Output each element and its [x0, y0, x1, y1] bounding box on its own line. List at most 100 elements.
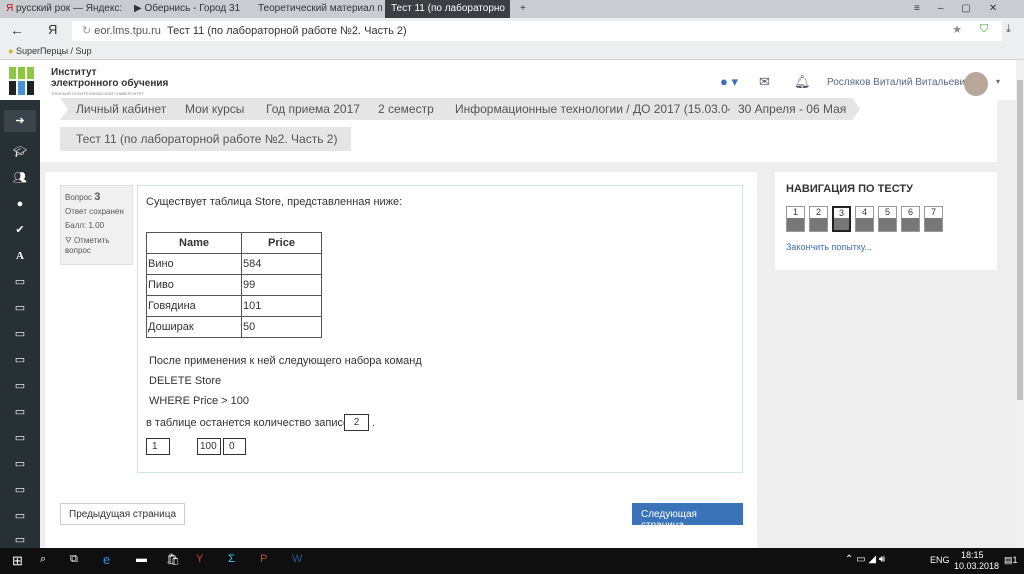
finish-attempt-link[interactable]: Закончить попытку... — [786, 242, 872, 252]
url-input[interactable]: ↻ eor.lms.tpu.ru Тест 11 (по лабораторно… — [72, 21, 1002, 41]
nav-page-button[interactable]: 2 — [809, 206, 828, 232]
cell: 50 — [241, 316, 322, 338]
task-view-icon[interactable]: ⧉ — [70, 553, 78, 566]
shield-icon[interactable]: ⛉ — [980, 23, 988, 36]
yandex-browser-icon[interactable]: Y — [196, 553, 203, 565]
tab[interactable]: Я русский рок — Яндекс: на — [0, 0, 125, 18]
tab[interactable]: Теоретический материал п — [252, 0, 382, 18]
avatar[interactable] — [964, 72, 988, 96]
folder-icon[interactable]: ▭ — [12, 326, 28, 342]
breadcrumb-item[interactable]: 30 Апреля - 06 Мая — [722, 98, 860, 120]
folder-icon[interactable]: ▭ — [12, 532, 28, 548]
bell-icon[interactable]: 🔔︎ — [794, 74, 811, 90]
table-row: Пиво 99 — [146, 274, 322, 296]
answer-drop-box[interactable]: 2 — [344, 414, 369, 431]
flag-icon: ⛛ — [65, 236, 74, 245]
clock-date[interactable]: 10.03.2018 — [954, 561, 999, 571]
folder-icon[interactable]: ▭ — [12, 300, 28, 316]
check-circle-icon[interactable]: ✔ — [12, 222, 28, 238]
back-icon[interactable]: ← — [10, 22, 24, 38]
clock-time[interactable]: 18:15 — [961, 550, 984, 560]
explorer-icon[interactable]: ▬ — [136, 553, 147, 565]
download-icon[interactable]: ⤓ — [1006, 23, 1011, 36]
graduation-cap-icon[interactable]: 🎓︎ — [12, 144, 28, 160]
cell: Доширак — [146, 316, 242, 338]
tab-label: Обернись - Город 31 — [144, 3, 241, 14]
breadcrumb-item[interactable]: Год приема 2017 — [250, 98, 374, 120]
folder-icon[interactable]: ▭ — [12, 404, 28, 420]
nav-page-button-current[interactable]: 3 — [832, 206, 851, 232]
cell: Пиво — [146, 274, 242, 296]
windows-start-icon[interactable]: ⊞ — [12, 553, 23, 569]
nav-page-button[interactable]: 6 — [901, 206, 920, 232]
word-icon[interactable]: W — [292, 553, 302, 565]
logo-line: Институт — [51, 67, 97, 78]
yandex-icon[interactable]: Я — [48, 22, 57, 37]
arrow-right-icon[interactable]: ➔ — [12, 113, 28, 129]
folder-icon[interactable]: ▭ — [12, 352, 28, 368]
user-name[interactable]: Росляков Виталий Витальевич — [827, 77, 970, 88]
globe-icon[interactable]: ● ▾ — [720, 74, 738, 90]
search-icon[interactable]: ⌕ — [40, 553, 46, 566]
question-text: в таблице останется количество записей — [146, 417, 356, 429]
tab-active[interactable]: Тест 11 (по лабораторно — [385, 0, 510, 18]
breadcrumb-item[interactable]: Информационные технологии / ДО 2017 (15.… — [439, 98, 752, 120]
reload-icon[interactable]: ↻ — [82, 25, 94, 37]
folder-icon[interactable]: ▭ — [12, 482, 28, 498]
nav-page-button[interactable]: 7 — [924, 206, 943, 232]
new-tab-button[interactable]: + — [514, 0, 532, 18]
powerpoint-icon[interactable]: P — [260, 553, 267, 565]
question-score: Балл: 1.00 — [65, 221, 105, 230]
drag-option[interactable]: 1 — [146, 438, 170, 455]
logo-icon[interactable] — [9, 67, 35, 95]
breadcrumb-item[interactable]: Мои курсы — [169, 98, 258, 120]
browser-tab-bar: Я русский рок — Яндекс: на ▶ Обернись - … — [0, 0, 1024, 18]
edge-icon[interactable]: e — [103, 552, 110, 567]
tab-label: Теоретический материал п — [258, 3, 382, 14]
folder-icon[interactable]: ▭ — [12, 456, 28, 472]
folder-icon[interactable]: ▭ — [12, 378, 28, 394]
site-header: Институт электронного обучения ТОМСКИЙ ПО… — [0, 60, 1016, 100]
nav-page-button[interactable]: 5 — [878, 206, 897, 232]
cell: 101 — [241, 295, 322, 317]
notification-icon[interactable]: ▤1 — [1004, 555, 1018, 566]
next-page-button[interactable]: Следующая страница — [632, 503, 743, 531]
scrollbar[interactable] — [1016, 60, 1024, 548]
store-table: Name Price Вино 584 Пиво 99 Говядина 101 Дош… — [146, 232, 322, 338]
logo-line: электронного обучения — [51, 78, 169, 89]
cell: 584 — [241, 253, 322, 275]
tab[interactable]: ▶ Обернись - Город 31 — [128, 0, 248, 18]
flag-question-button[interactable]: ⛛ Отметить вопрос — [65, 236, 128, 256]
breadcrumb-item[interactable]: 2 семестр — [362, 98, 448, 120]
language-indicator[interactable]: ENG — [930, 555, 950, 565]
sidebar: ➔ 🎓︎ 👥︎ ● ✔ A ▭ ▭ ▭ ▭ ▭ ▭ ▭ ▭ ▭ ▭ ▭ — [0, 100, 40, 548]
folder-icon[interactable]: ▭ — [12, 430, 28, 446]
table-row: Доширак 50 — [146, 316, 322, 338]
folder-icon[interactable]: ▭ — [12, 508, 28, 524]
previous-page-button[interactable]: Предыдущая страница — [60, 503, 186, 525]
drag-option[interactable]: 100 — [197, 438, 221, 455]
nav-page-button[interactable]: 4 — [855, 206, 874, 232]
nav-page-button[interactable]: 1 — [786, 206, 805, 232]
question-status: Ответ сохранен — [65, 207, 124, 216]
users-icon[interactable]: 👥︎ — [12, 170, 28, 186]
table-row: Говядина 101 — [146, 295, 322, 317]
breadcrumb-item[interactable]: Личный кабинет — [60, 98, 180, 120]
column-header: Price — [241, 232, 322, 254]
circle-icon[interactable]: ● — [12, 196, 28, 212]
cell: Вино — [146, 253, 242, 275]
tab-label: русский рок — Яндекс: на — [16, 3, 125, 14]
star-icon[interactable]: ★ — [952, 23, 962, 36]
window-controls[interactable]: ≡–▢✕ — [908, 0, 1021, 18]
store-icon[interactable]: 🛍︎ — [166, 553, 180, 566]
tray-icons[interactable]: ⌃ ▭ ◢ 🔊︎ — [845, 554, 885, 565]
cell: 99 — [241, 274, 322, 296]
bookmark-item[interactable]: SuperПерцы / Sup — [16, 46, 92, 56]
drag-option[interactable]: 0 — [223, 438, 246, 455]
folder-icon[interactable]: ▭ — [12, 274, 28, 290]
mail-icon[interactable]: ✉ — [759, 74, 770, 90]
font-icon[interactable]: A — [12, 248, 28, 264]
notification-count: 1 — [1012, 555, 1018, 565]
chevron-down-icon[interactable]: ▾ — [996, 77, 1000, 86]
app-icon[interactable]: Σ — [228, 553, 235, 565]
